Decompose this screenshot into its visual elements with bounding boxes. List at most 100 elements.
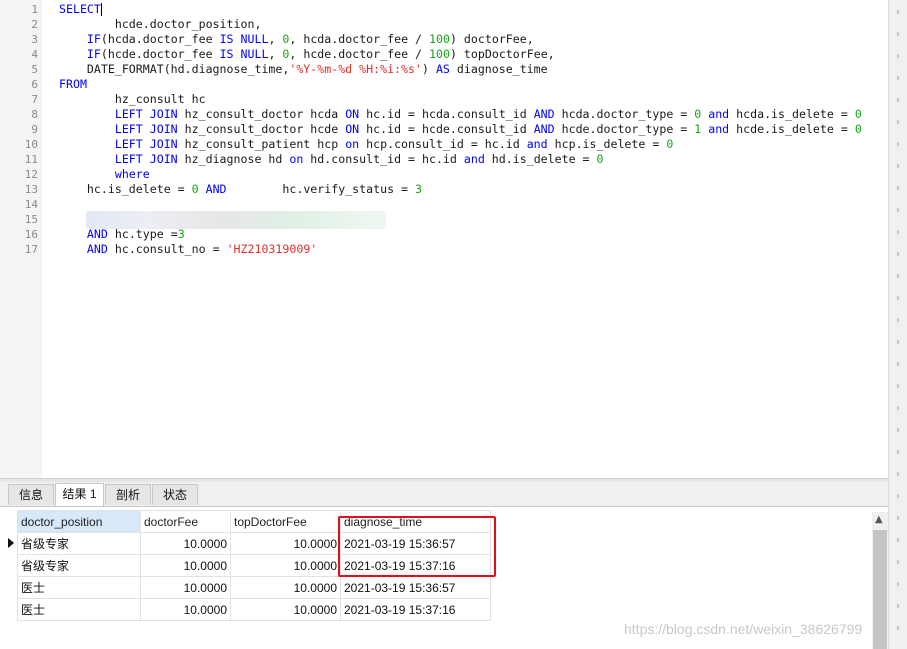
cell-doctor-position[interactable]: 省级专家 — [17, 532, 141, 555]
code-line[interactable]: hc.is_delete = 0 AND hc.verify_status = … — [59, 182, 422, 197]
scroll-chevron-icon: › — [896, 447, 900, 458]
code-token: AND — [533, 122, 555, 136]
code-token: (hcda.doctor_fee — [100, 32, 220, 46]
cell-doctor-fee[interactable]: 10.0000 — [140, 532, 231, 555]
code-line[interactable]: where — [59, 167, 150, 182]
line-number: 17 — [24, 243, 38, 256]
code-line[interactable]: AND hc.consult_no = 'HZ210319009' — [59, 242, 317, 257]
code-line[interactable]: FROM — [59, 77, 87, 92]
tab-result-1[interactable]: 结果 1 — [55, 483, 104, 506]
cell-diagnose-time[interactable]: 2021-03-19 15:37:16 — [340, 598, 491, 621]
code-token: hz_consult hc — [59, 92, 206, 106]
column-header-doctor-position[interactable]: doctor_position — [17, 510, 141, 533]
cell-doctor-position[interactable]: 医士 — [17, 598, 141, 621]
code-line[interactable]: hz_consult hc — [59, 92, 206, 107]
cell-doctor-position[interactable]: 医士 — [17, 576, 141, 599]
code-token: and — [463, 152, 485, 166]
code-token: 100 — [429, 32, 450, 46]
line-number: 6 — [31, 78, 38, 91]
code-line[interactable]: LEFT JOIN hz_consult_doctor hcde ON hc.i… — [59, 122, 862, 137]
code-token: hd.consult_id = hc.id — [303, 152, 464, 166]
code-token: (hcde.doctor_fee — [100, 47, 220, 61]
cell-doctor-fee[interactable]: 10.0000 — [140, 554, 231, 577]
scroll-chevron-icon: › — [896, 359, 900, 370]
code-line[interactable]: LEFT JOIN hz_diagnose hd on hd.consult_i… — [59, 152, 604, 167]
result-grid-scrollbar[interactable]: ▲ — [872, 512, 888, 649]
scroll-chevron-icon: › — [896, 535, 900, 546]
scroll-up-icon[interactable]: ▲ — [875, 514, 883, 525]
code-token: 100 — [429, 47, 450, 61]
cell-top-doctor-fee[interactable]: 10.0000 — [230, 532, 341, 555]
table-row[interactable]: 医士 10.0000 10.0000 2021-03-19 15:37:16 — [17, 598, 491, 621]
code-token: ON — [345, 107, 360, 121]
column-header-doctor-fee[interactable]: doctorFee — [140, 510, 231, 533]
code-token: ) topDoctorFee, — [449, 47, 555, 61]
code-token: hz_consult_doctor hcde — [177, 122, 346, 136]
code-token: hcda.is_delete = — [729, 107, 855, 121]
scroll-chevron-icon: › — [896, 227, 900, 238]
tab-info[interactable]: 信息 — [8, 484, 54, 505]
scroll-chevron-icon: › — [896, 73, 900, 84]
code-token: IF — [86, 47, 101, 61]
tab-status[interactable]: 状态 — [152, 484, 198, 505]
cell-doctor-fee[interactable]: 10.0000 — [140, 598, 231, 621]
code-token: on — [345, 137, 360, 151]
cell-top-doctor-fee[interactable]: 10.0000 — [230, 554, 341, 577]
code-line[interactable]: LEFT JOIN hz_consult_patient hcp on hcp.… — [59, 137, 673, 152]
code-line[interactable]: DATE_FORMAT(hd.diagnose_time,'%Y-%m-%d %… — [59, 62, 548, 77]
scroll-chevron-icon: › — [896, 249, 900, 260]
scroll-chevron-icon: › — [896, 29, 900, 40]
scroll-chevron-icon: › — [896, 491, 900, 502]
line-number: 16 — [24, 228, 38, 241]
code-token: AS — [435, 62, 450, 76]
line-number: 10 — [24, 138, 38, 151]
column-header-top-doctor-fee[interactable]: topDoctorFee — [230, 510, 341, 533]
code-line[interactable]: LEFT JOIN hz_consult_doctor hcda ON hc.i… — [59, 107, 862, 122]
code-line[interactable]: SELECT — [59, 2, 102, 17]
redacted-line-blur — [86, 211, 386, 229]
code-token: hcde.doctor_type = — [554, 122, 695, 136]
code-line[interactable]: AND hc.type =3 — [59, 227, 185, 242]
code-token: hc.consult_no = — [107, 242, 227, 256]
code-token: hcp.consult_id = hc.id — [359, 137, 527, 151]
code-token: ) doctorFee, — [449, 32, 534, 46]
scroll-chevron-icon: › — [896, 425, 900, 436]
cell-doctor-position[interactable]: 省级专家 — [17, 554, 141, 577]
code-line[interactable]: IF(hcde.doctor_fee IS NULL, 0, hcde.doct… — [59, 47, 555, 62]
code-line[interactable]: IF(hcda.doctor_fee IS NULL, 0, hcda.doct… — [59, 32, 534, 47]
code-token: AND — [533, 107, 555, 121]
cell-doctor-fee[interactable]: 10.0000 — [140, 576, 231, 599]
code-token: LEFT JOIN — [114, 122, 178, 136]
code-token: hc.type = — [107, 227, 178, 241]
code-token: 3 — [415, 182, 422, 196]
table-row[interactable]: 医士 10.0000 10.0000 2021-03-19 15:36:57 — [17, 576, 491, 599]
watermark: https://blog.csdn.net/weixin_38626799 — [624, 621, 863, 637]
code-line[interactable]: hcde.doctor_position, — [59, 17, 262, 32]
sql-editor[interactable]: 1 2 3 4 5 6 7 8 9 10 11 12 13 14 15 16 17 SELECT hcde.do… — [0, 0, 888, 478]
code-token: 0 — [191, 182, 199, 196]
code-token: where — [114, 167, 150, 181]
cell-diagnose-time[interactable]: 2021-03-19 15:36:57 — [340, 576, 491, 599]
scroll-chevron-icon: › — [896, 623, 900, 634]
line-number: 12 — [24, 168, 38, 181]
scroll-thumb[interactable] — [873, 530, 887, 649]
code-token: AND — [205, 182, 227, 196]
code-token: 'HZ210319009' — [226, 242, 318, 256]
code-token: and — [526, 137, 548, 151]
outer-scrollbar[interactable]: › › › › › › › › › › › › › › › › › › › › › › › › › › › › › — [888, 0, 907, 649]
scroll-chevron-icon: › — [896, 557, 900, 568]
tab-profile[interactable]: 剖析 — [105, 484, 151, 505]
cell-top-doctor-fee[interactable]: 10.0000 — [230, 576, 341, 599]
cell-top-doctor-fee[interactable]: 10.0000 — [230, 598, 341, 621]
line-number: 15 — [24, 213, 38, 226]
code-token: 0 — [854, 107, 862, 121]
scroll-chevron-icon: › — [896, 513, 900, 524]
code-token: diagnose_time — [449, 62, 548, 76]
code-token: LEFT JOIN — [114, 152, 178, 166]
code-token: hz_consult_patient hcp — [177, 137, 346, 151]
